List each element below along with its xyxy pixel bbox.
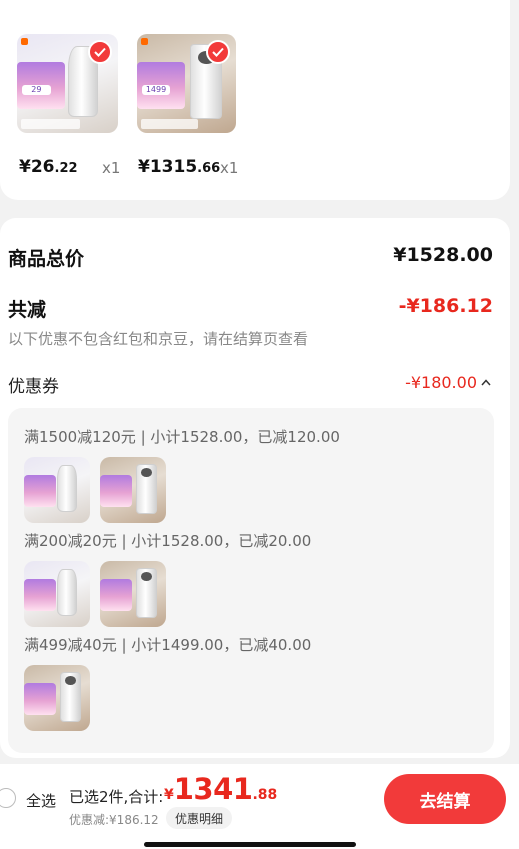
selected-count: 已选2件,合计: <box>69 788 164 806</box>
coupon-toggle[interactable]: -¥180.00 <box>405 373 491 392</box>
checkout-button[interactable]: 去结算 <box>384 774 506 824</box>
brand-logo-icon <box>21 38 28 45</box>
total-integer: 1341 <box>173 772 253 806</box>
cylinder-purifier-image <box>57 464 77 513</box>
discount-amount: 优惠减:¥186.12 <box>69 813 159 827</box>
goods-total-value: ¥1528.00 <box>393 244 493 266</box>
total-currency: ¥ <box>164 787 174 803</box>
coupon-label: 优惠券 <box>8 377 59 397</box>
promo-sticker <box>24 683 56 716</box>
promo-footer <box>140 119 199 130</box>
selected-check-icon[interactable] <box>206 40 230 64</box>
promo-sticker <box>100 475 132 508</box>
item-quantity: x1 <box>102 159 121 177</box>
total-reduce-value: -¥186.12 <box>398 295 493 317</box>
rule-product-thumb <box>24 457 90 523</box>
goods-total-label: 商品总价 <box>8 248 85 270</box>
price-decimal: .66 <box>197 161 221 176</box>
rule-product-thumb <box>100 457 166 523</box>
box-purifier-image <box>135 567 157 618</box>
promo-sticker <box>100 579 132 612</box>
promo-sticker <box>24 475 56 508</box>
box-purifier-image <box>59 671 81 722</box>
price-integer: ¥26 <box>19 157 55 177</box>
rule-product-thumb <box>24 665 90 731</box>
rule-product-thumb <box>24 561 90 627</box>
select-all-label[interactable]: 全选 <box>26 790 56 811</box>
selected-items-card: 29 1499 ¥26.22 x1 ¥1315.66 x1 <box>0 0 510 200</box>
home-indicator[interactable] <box>144 842 356 847</box>
brand-logo-icon <box>141 38 148 45</box>
coupon-value: -¥180.00 <box>405 373 477 392</box>
promo-sticker <box>24 579 56 612</box>
coupon-rule: 满499减40元 | 小计1499.00，已减40.00 <box>24 636 312 654</box>
promo-price: 29 <box>21 85 51 95</box>
discount-detail-button[interactable]: 优惠明细 <box>166 807 233 829</box>
coupon-rule: 满200减20元 | 小计1528.00，已减20.00 <box>24 532 312 550</box>
item-quantity: x1 <box>220 159 239 177</box>
box-purifier-image <box>135 463 157 514</box>
total-decimal: .88 <box>252 787 278 803</box>
promo-sticker: 29 <box>17 61 66 110</box>
promo-sticker: 1499 <box>137 61 185 110</box>
discount-note: 以下优惠不包含红包和京豆，请在结算页查看 <box>8 330 309 348</box>
item-price: ¥26.22 <box>19 157 78 177</box>
rule-product-thumb <box>100 561 166 627</box>
promo-footer <box>21 119 80 130</box>
product-thumb-box[interactable]: 1499 <box>137 34 236 133</box>
selected-check-icon[interactable] <box>88 40 112 64</box>
item-price: ¥1315.66 <box>138 157 220 177</box>
order-total: ¥1341.88 <box>164 772 277 806</box>
coupon-breakdown-panel: 满1500减120元 | 小计1528.00，已减120.00 满200减20元… <box>8 408 494 753</box>
chevron-up-icon <box>481 379 491 386</box>
total-reduce-label: 共减 <box>8 299 47 321</box>
product-thumb-cylinder[interactable]: 29 <box>17 34 118 133</box>
price-integer: ¥1315 <box>138 157 198 177</box>
cylinder-purifier-image <box>57 568 77 617</box>
coupon-rule: 满1500减120元 | 小计1528.00，已减120.00 <box>24 428 340 446</box>
price-decimal: .22 <box>54 161 78 176</box>
promo-price: 1499 <box>141 85 171 95</box>
